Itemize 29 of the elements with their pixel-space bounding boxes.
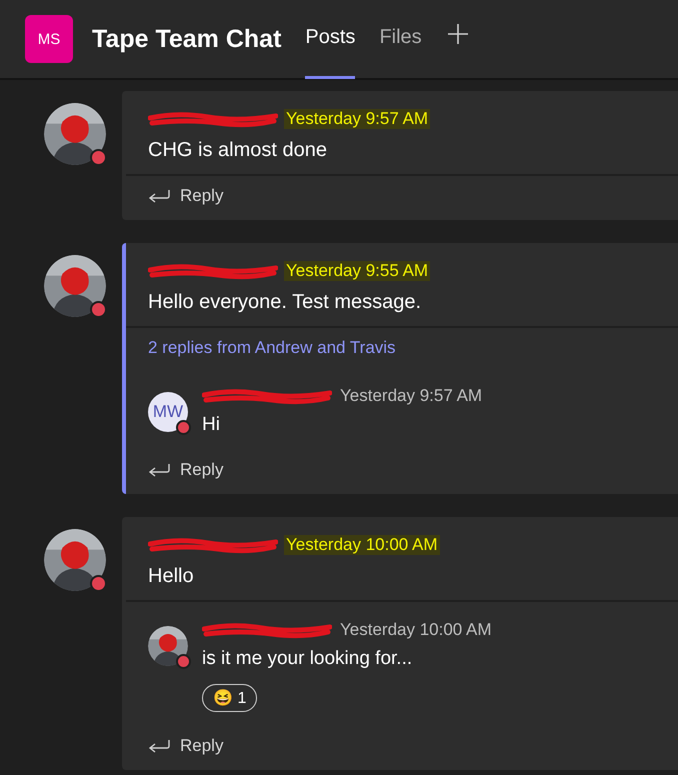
reply-text: Hi (202, 414, 221, 436)
tab[interactable]: Files (379, 0, 422, 79)
reply-button[interactable]: Reply (126, 726, 246, 770)
team-title: Tape Team Chat (92, 24, 282, 54)
message-text: CHG is almost done (148, 139, 328, 162)
message-text: Hello (148, 565, 195, 588)
status-dot (90, 149, 107, 166)
status-dot (176, 420, 191, 435)
timestamp: Yesterday 9:57 AM (284, 109, 430, 129)
status-dot (90, 575, 107, 592)
replies-link[interactable]: 2 replies from Andrew and Travis (126, 328, 418, 368)
reaction-chip[interactable]: 😆 1 (202, 684, 258, 712)
reply-text: is it me your looking for... (202, 648, 414, 670)
status-dot (90, 301, 107, 318)
reply-arrow-icon (148, 739, 170, 753)
status-dot (176, 654, 191, 669)
timestamp: Yesterday 10:00 AM (284, 535, 440, 555)
message-text: Hello everyone. Test message. (148, 291, 422, 314)
reply-button[interactable]: Reply (126, 176, 246, 220)
timestamp: Yesterday 9:57 AM (339, 386, 484, 406)
tab[interactable]: Posts (305, 0, 356, 79)
team-avatar[interactable]: MS (25, 15, 73, 63)
reply-arrow-icon (148, 189, 170, 203)
add-icon[interactable] (446, 22, 470, 46)
timestamp: Yesterday 10:00 AM (339, 620, 493, 640)
reply-button[interactable]: Reply (126, 450, 246, 494)
timestamp: Yesterday 9:55 AM (284, 261, 430, 281)
reply-arrow-icon (148, 463, 170, 477)
avatar: MW (148, 392, 188, 432)
